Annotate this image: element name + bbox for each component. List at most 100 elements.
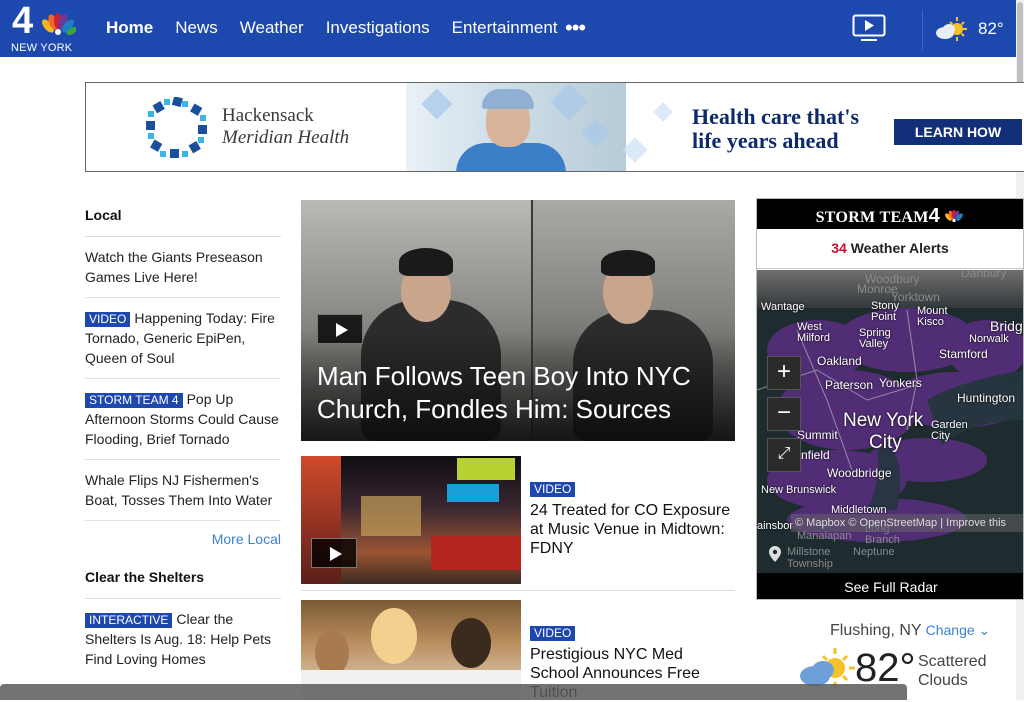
- map-label: Stamford: [939, 347, 988, 361]
- condition-line1: Scattered: [918, 653, 987, 670]
- more-local-link[interactable]: More Local: [85, 521, 281, 567]
- alert-count: 34: [831, 240, 847, 256]
- video-badge: VIDEO: [85, 312, 131, 327]
- weather-location: Flushing, NY Change ⌄: [830, 622, 990, 640]
- ad-decor-square: [653, 102, 673, 122]
- alert-label: Weather Alerts: [850, 240, 949, 256]
- local-story[interactable]: Whale Flips NJ Fishermen's Boat, Tosses …: [85, 460, 281, 521]
- top-nav: 4 NEW YORK Home News Weather Investigati…: [0, 0, 1016, 57]
- nav-link-investigations[interactable]: Investigations: [326, 18, 430, 38]
- storm-team-header: STORM TEAM4: [757, 199, 1023, 229]
- thumb-decor: [371, 608, 417, 664]
- map-attribution[interactable]: © Mapbox © OpenStreetMap | Improve this: [791, 514, 1023, 532]
- nav-link-news[interactable]: News: [175, 18, 218, 38]
- hero-story[interactable]: Man Follows Teen Boy Into NYC Church, Fo…: [301, 200, 735, 441]
- peacock-icon: [945, 209, 964, 223]
- section-title-local: Local: [85, 205, 281, 237]
- story-text[interactable]: Watch the Giants Preseason Games Live He…: [85, 249, 263, 285]
- map-label: Bridg: [990, 318, 1023, 334]
- play-icon[interactable]: [311, 538, 357, 568]
- nav-divider: [922, 10, 923, 50]
- map-label: Mount Kisco: [917, 305, 948, 328]
- storm-team-title: STORM TEAM: [815, 209, 929, 226]
- map-label: Garden City: [931, 419, 968, 442]
- weather-location-name: Flushing, NY: [830, 622, 922, 639]
- map-label: nfield: [801, 448, 830, 462]
- nav-link-entertainment[interactable]: Entertainment: [452, 18, 558, 38]
- left-column: Local Watch the Giants Preseason Games L…: [85, 205, 281, 679]
- peacock-icon: [42, 13, 76, 35]
- ad-tagline-line2: life years ahead: [692, 128, 839, 153]
- map-label: Neptune: [853, 546, 895, 558]
- section-title-shelters: Clear the Shelters: [85, 567, 281, 599]
- map-label: Norwalk: [969, 333, 1009, 345]
- thumb-decor: [457, 458, 515, 480]
- story-thumbnail[interactable]: [301, 456, 521, 584]
- more-menu-icon[interactable]: •••: [565, 17, 586, 39]
- story-text[interactable]: Whale Flips NJ Fishermen's Boat, Tosses …: [85, 472, 272, 508]
- thumb-decor: [451, 618, 491, 668]
- radar-map[interactable]: Woodbury Monroe Yorktown Danbury Wantage…: [757, 270, 1023, 573]
- logo-number: 4: [12, 0, 33, 42]
- ad-decor-square: [622, 137, 648, 163]
- local-story[interactable]: STORM TEAM 4 Pop Up Afternoon Storms Coul…: [85, 379, 281, 460]
- ad-doctor-cap: [482, 89, 534, 109]
- local-story[interactable]: VIDEO Happening Today: Fire Tornado, Gene…: [85, 298, 281, 379]
- nav-link-weather[interactable]: Weather: [240, 18, 304, 38]
- live-tv-icon[interactable]: [852, 14, 886, 42]
- see-full-radar-button[interactable]: See Full Radar: [757, 573, 1023, 599]
- hero-person-hair: [601, 250, 655, 276]
- map-label: Woodbridge: [827, 466, 892, 480]
- story-card[interactable]: VIDEO 24 Treated for CO Exposure at Musi…: [301, 456, 735, 584]
- storm-team-badge: STORM TEAM 4: [85, 393, 183, 408]
- video-badge: VIDEO: [530, 626, 576, 641]
- ad-banner[interactable]: Hackensack Meridian Health Health care t…: [85, 82, 1024, 172]
- thumb-decor: [431, 536, 521, 570]
- sticky-bottom-bar: [0, 684, 907, 700]
- map-label: ainsbor: [757, 520, 794, 532]
- map-label: Yonkers: [879, 376, 922, 390]
- play-icon[interactable]: [317, 314, 363, 344]
- map-label: City: [869, 432, 902, 453]
- map-label: Wantage: [761, 301, 805, 313]
- nav-links: Home News Weather Investigations Enterta…: [106, 18, 558, 38]
- nav-temperature[interactable]: 82°: [978, 19, 1004, 39]
- map-label: Township: [787, 558, 833, 570]
- change-location-link[interactable]: Change ⌄: [926, 622, 991, 638]
- map-label: West Milford: [797, 321, 831, 344]
- fullscreen-icon[interactable]: ⤢: [767, 438, 801, 472]
- weather-condition: Scattered Clouds: [918, 652, 986, 690]
- map-label: Oakland: [817, 354, 862, 368]
- shelters-story[interactable]: INTERACTIVE Clear the Shelters Is Aug. 18…: [85, 599, 281, 679]
- nav-link-home[interactable]: Home: [106, 18, 153, 38]
- ad-learn-how-button[interactable]: LEARN HOW: [894, 119, 1022, 145]
- local-story[interactable]: Watch the Giants Preseason Games Live He…: [85, 237, 281, 298]
- hero-headline[interactable]: Man Follows Teen Boy Into NYC Church, Fo…: [317, 360, 727, 426]
- ad-brand-line2: Meridian Health: [222, 127, 350, 148]
- map-label: Paterson: [825, 378, 874, 392]
- map-label: Millstone: [787, 546, 831, 558]
- partly-cloudy-icon[interactable]: [934, 15, 970, 43]
- map-label: Huntington: [957, 391, 1016, 405]
- story-card-text: VIDEO 24 Treated for CO Exposure at Musi…: [530, 480, 735, 558]
- video-badge: VIDEO: [530, 482, 576, 497]
- nbc4-logo[interactable]: 4 NEW YORK: [10, 0, 82, 54]
- ad-tagline-line1: Health care that's: [692, 104, 860, 129]
- location-pin-icon[interactable]: [769, 546, 781, 562]
- map-label: Spring Valley: [859, 327, 891, 350]
- story-title[interactable]: 24 Treated for CO Exposure at Music Venu…: [530, 501, 735, 558]
- zoom-out-button[interactable]: −: [767, 397, 801, 431]
- ad-brand-line1: Hackensack: [222, 105, 314, 126]
- weather-alerts-link[interactable]: 34 Weather Alerts: [757, 229, 1023, 269]
- condition-line2: Clouds: [918, 672, 968, 689]
- ad-tagline: Health care that's life years ahead: [692, 105, 859, 153]
- storm-team-widget: STORM TEAM4 34 Weather Alerts Woodbury M…: [756, 198, 1024, 600]
- map-label: Stony Point: [871, 300, 900, 323]
- zoom-in-button[interactable]: +: [767, 356, 801, 390]
- hero-person-hair: [399, 248, 453, 276]
- thumb-decor: [361, 496, 421, 536]
- storm-team-number: 4: [928, 205, 941, 227]
- ad-doctor-scrubs: [456, 143, 566, 171]
- logo-city: NEW YORK: [11, 42, 73, 54]
- map-label: Danbury: [961, 270, 1007, 280]
